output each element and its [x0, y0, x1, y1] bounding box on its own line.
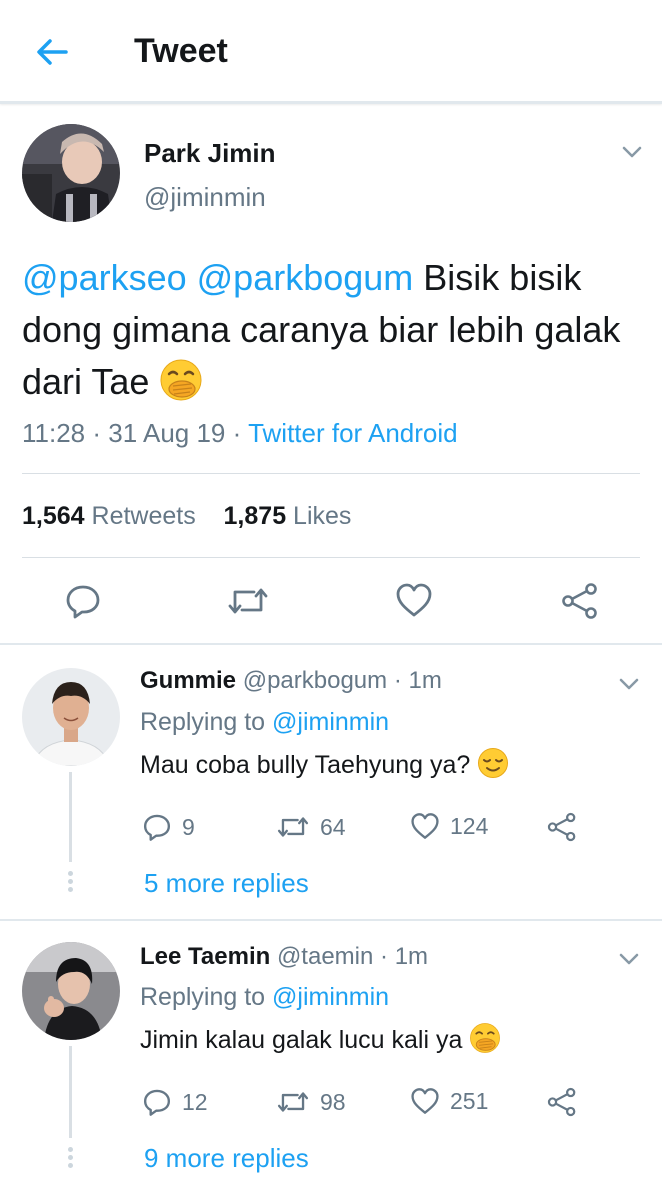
retweet-button[interactable]: 98 — [276, 1087, 346, 1117]
section-divider — [0, 919, 662, 921]
heart-icon — [411, 1088, 439, 1114]
share-icon — [562, 583, 597, 619]
chevron-down-icon[interactable] — [615, 949, 643, 969]
face-with-hand-over-mouth-emoji-icon — [469, 1022, 501, 1061]
share-icon — [547, 1087, 576, 1117]
retweets-count: 1,564 — [22, 502, 85, 530]
replying-to: Replying to @jiminmin — [140, 708, 389, 737]
thread-line — [69, 772, 72, 862]
author-avatar[interactable] — [22, 124, 120, 222]
back-button[interactable] — [30, 32, 74, 72]
retweet-icon — [277, 1092, 309, 1112]
replying-label: Replying to — [140, 708, 266, 736]
relieved-face-emoji-icon — [477, 747, 509, 786]
tweet-metadata: 11:28 · 31 Aug 19 · Twitter for Android — [22, 418, 458, 449]
like-count: 124 — [450, 812, 489, 839]
retweet-count: 98 — [320, 1088, 346, 1115]
like-button[interactable]: 124 — [410, 812, 488, 840]
retweet-icon — [277, 817, 309, 837]
reply-author-handle[interactable]: @parkbogum — [243, 667, 387, 694]
page-title: Tweet — [134, 32, 228, 70]
like-button[interactable] — [395, 582, 433, 618]
retweet-button[interactable]: 64 — [276, 812, 346, 842]
separator: · — [393, 667, 402, 694]
replying-to-link[interactable]: @jiminmin — [272, 983, 389, 1011]
reply-header: Gummie @parkbogum · 1m — [140, 667, 442, 695]
reply-author-name[interactable]: Gummie — [140, 667, 236, 694]
tweet-body: @parkseo @parkbogum Bisik bisik dong gim… — [22, 252, 642, 416]
chevron-down-icon[interactable] — [618, 142, 646, 162]
thread-line — [69, 1046, 72, 1138]
share-button[interactable] — [560, 582, 600, 620]
separator: · — [380, 943, 389, 970]
heart-icon — [411, 813, 439, 839]
retweet-icon — [228, 588, 268, 614]
reply-time: 1m — [408, 667, 442, 694]
likes-label: Likes — [293, 502, 352, 530]
retweets-label: Retweets — [91, 502, 196, 530]
like-count: 251 — [450, 1087, 489, 1114]
reply-header: Lee Taemin @taemin · 1m — [140, 943, 428, 971]
replying-to-link[interactable]: @jiminmin — [272, 708, 389, 736]
reply-avatar[interactable] — [22, 942, 120, 1040]
author-handle[interactable]: @jiminmin — [144, 182, 266, 213]
thread-dots — [67, 1144, 74, 1171]
section-divider — [0, 643, 662, 645]
face-with-hand-over-mouth-emoji-icon — [159, 358, 203, 416]
retweet-count: 64 — [320, 813, 346, 840]
reply-time: 1m — [394, 943, 429, 970]
reply-button[interactable] — [64, 582, 102, 620]
reply-body: Jimin kalau galak lucu kali ya — [140, 1022, 501, 1061]
share-button[interactable] — [546, 1087, 578, 1117]
arrow-left-icon — [37, 39, 68, 65]
reply-text: Mau coba bully Taehyung ya? — [140, 751, 471, 779]
reply-icon — [143, 814, 171, 841]
likes-count: 1,875 — [223, 502, 287, 530]
reply-avatar[interactable] — [22, 668, 120, 766]
reply-author-handle[interactable]: @taemin — [277, 943, 373, 970]
share-button[interactable] — [546, 812, 578, 842]
tweet-source-link[interactable]: Twitter for Android — [248, 418, 458, 448]
replying-to: Replying to @jiminmin — [140, 983, 389, 1012]
retweet-button[interactable] — [226, 582, 270, 620]
tweet-time: 11:28 — [22, 418, 86, 448]
tweet-date: 31 Aug 19 — [108, 418, 226, 448]
separator: · — [92, 418, 102, 448]
likes-stat[interactable]: 1,875 Likes — [224, 502, 352, 530]
reply-button[interactable]: 12 — [142, 1087, 208, 1117]
reply-count: 12 — [182, 1088, 208, 1115]
mention-link[interactable]: @parkseo — [22, 257, 187, 298]
more-replies-link[interactable]: 5 more replies — [144, 868, 309, 899]
thread-dots — [67, 868, 74, 895]
reply-text: Jimin kalau galak lucu kali ya — [140, 1026, 463, 1054]
divider — [22, 557, 640, 558]
share-icon — [547, 812, 576, 842]
reply-icon — [143, 1089, 171, 1116]
like-button[interactable]: 251 — [410, 1087, 488, 1115]
retweets-stat[interactable]: 1,564 Retweets — [22, 502, 196, 530]
reply-button[interactable]: 9 — [142, 812, 195, 842]
reply-count: 9 — [182, 813, 195, 840]
divider — [22, 473, 640, 474]
chevron-down-icon[interactable] — [615, 674, 643, 694]
reply-author-name[interactable]: Lee Taemin — [140, 943, 270, 970]
replying-label: Replying to — [140, 983, 266, 1011]
reply-body: Mau coba bully Taehyung ya? — [140, 747, 509, 786]
heart-icon — [396, 583, 432, 617]
tweet-stats: 1,564 Retweets 1,875 Likes — [22, 502, 351, 531]
separator: · — [232, 418, 242, 448]
author-name[interactable]: Park Jimin — [144, 138, 276, 169]
mention-link[interactable]: @parkbogum — [197, 257, 414, 298]
top-app-bar: Tweet — [0, 0, 662, 104]
more-replies-link[interactable]: 9 more replies — [144, 1143, 309, 1174]
reply-icon — [66, 585, 100, 619]
